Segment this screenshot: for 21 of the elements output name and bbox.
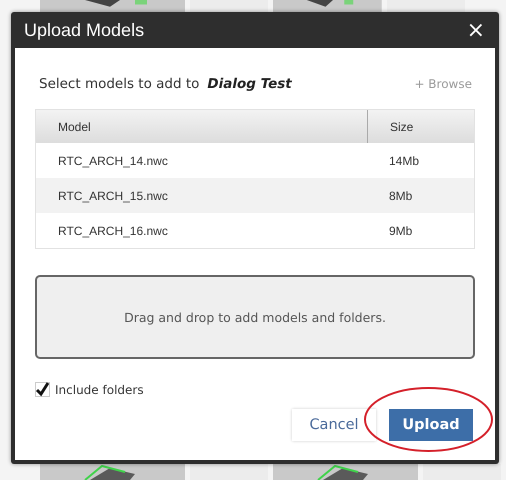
upload-button[interactable]: Upload (389, 409, 473, 441)
checkbox-label: Include folders (55, 382, 144, 396)
table-row[interactable]: RTC_ARCH_16.nwc 9Mb (36, 213, 474, 248)
checkbox[interactable] (35, 382, 50, 397)
table-row[interactable]: RTC_ARCH_15.nwc 8Mb (36, 178, 474, 213)
drop-zone-text: Drag and drop to add models and folders. (124, 310, 386, 324)
close-button[interactable]: × (462, 18, 489, 42)
project-name: Dialog Test (207, 76, 292, 92)
table-cell-text: 9Mb (388, 224, 414, 238)
column-header[interactable]: Size (367, 110, 474, 143)
drop-zone[interactable]: Drag and drop to add models and folders. (35, 275, 475, 359)
table-cell-text: RTC_ARCH_15.nwc (57, 188, 169, 202)
table-cell-text: 8Mb (388, 188, 414, 202)
table-cell-text: RTC_ARCH_16.nwc (57, 224, 169, 238)
table-row[interactable]: RTC_ARCH_14.nwc 14Mb (36, 143, 474, 178)
prompt-text: Select models to add to (39, 76, 200, 92)
cancel-button[interactable]: Cancel (292, 409, 376, 441)
dialog-title: Upload Models (24, 20, 144, 40)
table-cell-text: 14Mb (388, 154, 420, 168)
column-header[interactable]: Model (36, 120, 367, 134)
table-cell-text: RTC_ARCH_14.nwc (57, 154, 169, 168)
